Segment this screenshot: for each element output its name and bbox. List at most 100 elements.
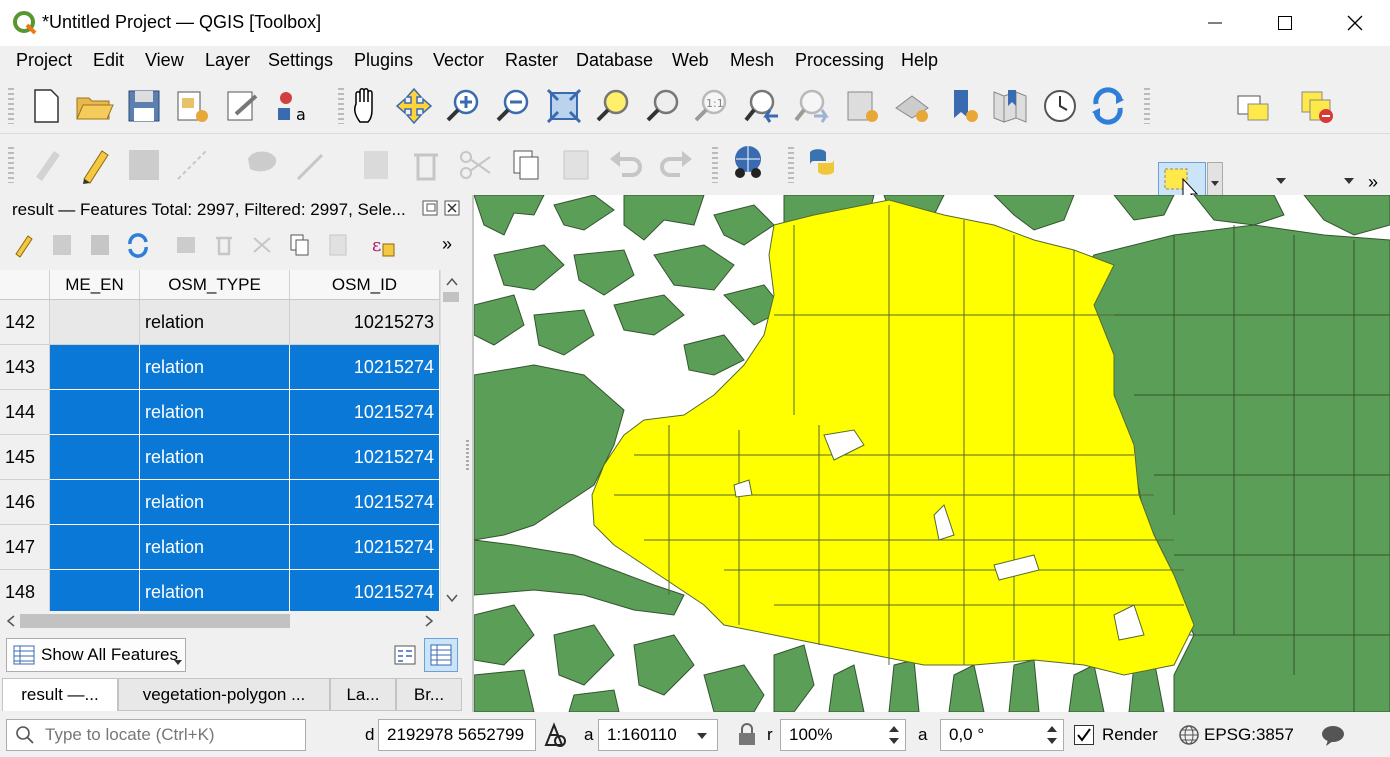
paste-features-icon[interactable] (326, 232, 350, 258)
open-project-icon[interactable] (74, 86, 114, 126)
new-map-view-icon[interactable] (842, 86, 882, 126)
deselect-features-icon[interactable] (1298, 86, 1338, 126)
vertical-scrollbar[interactable] (440, 270, 462, 611)
row-number[interactable]: 146 (0, 480, 50, 525)
add-feature-icon[interactable] (172, 145, 212, 185)
cell-osm-type[interactable]: relation (140, 435, 290, 480)
table-row[interactable]: 146 relation 10215274 (0, 480, 440, 525)
panel-splitter[interactable] (466, 440, 469, 470)
column-header-osm-type[interactable]: OSM_TYPE (140, 270, 290, 300)
undo-icon[interactable] (606, 145, 646, 185)
new-bookmark-icon[interactable] (942, 86, 982, 126)
vertex-tool-icon[interactable] (242, 145, 282, 185)
scroll-right-icon[interactable] (421, 612, 437, 630)
toolbar-grip[interactable] (8, 88, 14, 124)
zoom-next-icon[interactable] (792, 86, 832, 126)
menu-web[interactable]: Web (672, 50, 709, 71)
cell-me-en[interactable] (50, 570, 140, 611)
layout-manager-icon[interactable] (222, 86, 262, 126)
cell-me-en[interactable] (50, 300, 140, 345)
cell-osm-id[interactable]: 10215274 (290, 570, 440, 611)
toolbar-grip[interactable] (338, 88, 344, 124)
tab-vegetation-polygon[interactable]: vegetation-polygon ... (118, 678, 330, 711)
cell-osm-type[interactable]: relation (140, 570, 290, 611)
delete-selected-icon[interactable] (406, 145, 446, 185)
zoom-to-selection-icon[interactable] (594, 86, 634, 126)
temporal-controller-icon[interactable] (1040, 86, 1080, 126)
zoom-native-icon[interactable]: 1:1 (692, 86, 732, 126)
render-checkbox[interactable] (1074, 725, 1094, 745)
scroll-thumb[interactable] (443, 292, 459, 302)
zoom-last-icon[interactable] (742, 86, 782, 126)
menu-processing[interactable]: Processing (795, 50, 884, 71)
cell-osm-id[interactable]: 10215274 (290, 345, 440, 390)
scroll-down-icon[interactable] (442, 588, 462, 608)
menu-view[interactable]: View (145, 50, 184, 71)
row-number[interactable]: 147 (0, 525, 50, 570)
toggle-editing-icon[interactable] (12, 232, 36, 258)
menu-mesh[interactable]: Mesh (730, 50, 774, 71)
cell-me-en[interactable] (50, 435, 140, 480)
render-label[interactable]: Render (1102, 725, 1158, 745)
python-console-icon[interactable] (802, 143, 842, 183)
add-feature-icon[interactable] (174, 232, 200, 258)
save-edits-icon[interactable] (88, 232, 112, 258)
new-project-icon[interactable] (26, 86, 66, 126)
menu-database[interactable]: Database (576, 50, 653, 71)
menu-layer[interactable]: Layer (205, 50, 250, 71)
table-row[interactable]: 148 relation 10215274 (0, 570, 440, 611)
toolbar-grip[interactable] (8, 147, 14, 183)
metasearch-icon[interactable] (728, 143, 768, 183)
edit-attributes-icon[interactable] (358, 145, 398, 185)
tab-browser[interactable]: Br... (396, 678, 462, 711)
multi-edit-icon[interactable] (50, 232, 74, 258)
close-panel-icon[interactable] (444, 200, 460, 216)
close-button[interactable] (1320, 0, 1390, 46)
cut-features-icon[interactable] (456, 145, 496, 185)
magnifier-spinbox[interactable]: 100% (780, 719, 906, 751)
paste-features-icon[interactable] (556, 145, 596, 185)
crs-label[interactable]: EPSG:3857 (1204, 725, 1294, 745)
menu-help[interactable]: Help (901, 50, 938, 71)
column-header-me-en[interactable]: ME_EN (50, 270, 140, 300)
rotation-spinbox[interactable]: 0,0 ° (940, 719, 1064, 751)
float-panel-icon[interactable] (422, 200, 438, 216)
form-view-icon[interactable] (392, 642, 418, 668)
row-number[interactable]: 144 (0, 390, 50, 435)
cell-osm-type[interactable]: relation (140, 480, 290, 525)
current-edits-icon[interactable] (26, 145, 66, 185)
coordinate-field[interactable]: 2192978 5652799 (378, 719, 536, 751)
minimize-button[interactable] (1180, 0, 1250, 46)
cell-osm-type[interactable]: relation (140, 525, 290, 570)
horizontal-scrollbar[interactable] (0, 611, 440, 631)
cell-me-en[interactable] (50, 345, 140, 390)
map-canvas[interactable] (474, 195, 1390, 712)
zoom-to-layer-icon[interactable] (644, 86, 684, 126)
pan-to-selection-icon[interactable] (394, 86, 434, 126)
scroll-up-icon[interactable] (442, 272, 462, 292)
pan-map-icon[interactable] (346, 86, 386, 126)
tab-layers[interactable]: La... (330, 678, 396, 711)
select-by-value-icon[interactable] (1232, 86, 1272, 126)
cell-me-en[interactable] (50, 480, 140, 525)
toolbar-grip[interactable] (712, 147, 718, 183)
new-print-layout-icon[interactable] (172, 86, 212, 126)
toggle-extents-icon[interactable] (542, 721, 568, 749)
refresh-icon[interactable] (1088, 86, 1128, 126)
cut-features-icon[interactable] (250, 232, 274, 258)
scroll-left-icon[interactable] (3, 612, 19, 630)
globe-icon[interactable] (1178, 724, 1200, 746)
zoom-in-icon[interactable] (444, 86, 484, 126)
style-manager-icon[interactable]: a (272, 86, 312, 126)
maximize-button[interactable] (1250, 0, 1320, 46)
show-bookmarks-icon[interactable] (990, 86, 1030, 126)
table-row[interactable]: 147 relation 10215274 (0, 525, 440, 570)
attribute-toolbar-overflow[interactable]: » (442, 234, 452, 255)
save-project-icon[interactable] (124, 86, 164, 126)
show-all-features-button[interactable]: Show All Features (6, 638, 186, 672)
column-header-osm-id[interactable]: OSM_ID (290, 270, 440, 300)
row-number[interactable]: 148 (0, 570, 50, 611)
row-number[interactable]: 143 (0, 345, 50, 390)
table-row[interactable]: 144 relation 10215274 (0, 390, 440, 435)
menu-plugins[interactable]: Plugins (354, 50, 413, 71)
